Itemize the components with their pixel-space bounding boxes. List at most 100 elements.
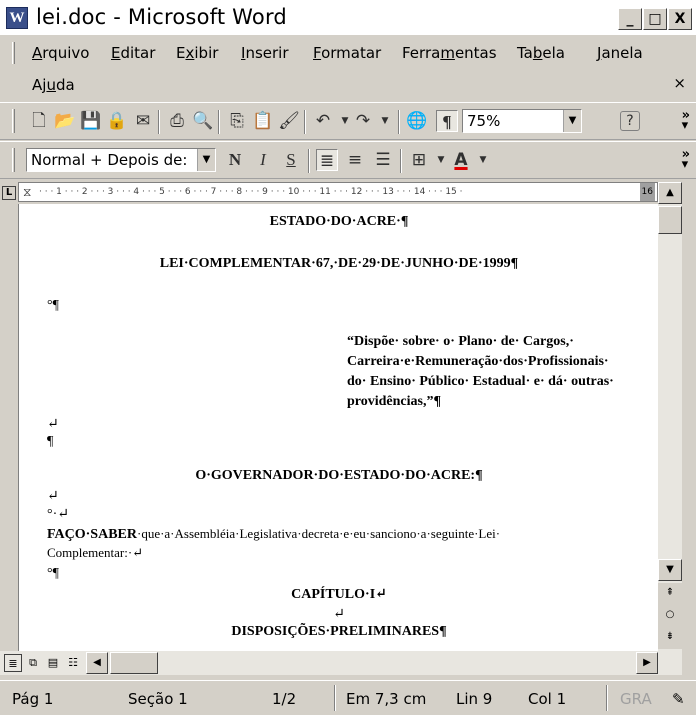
chevron-down-icon[interactable]: ▼ (563, 110, 581, 132)
menu-tabela[interactable]: Tabela (517, 44, 565, 62)
ruler-scale: · · · 1 · · · 2 · · · 3 · · · 4 · · · 5 … (39, 187, 463, 197)
status-line[interactable]: Lin 9 (456, 690, 492, 708)
menu-arquivo[interactable]: Arquivo (32, 44, 89, 62)
borders-icon[interactable]: ⊞ (408, 149, 430, 171)
scroll-left-icon[interactable]: ◀ (86, 652, 108, 674)
toolbar-grip[interactable] (12, 109, 15, 133)
menu-janela[interactable]: Janela (597, 44, 643, 62)
close-button[interactable]: X (668, 8, 692, 30)
menu-ferramentas[interactable]: Ferramentas (402, 44, 497, 62)
browse-object-icon[interactable]: ○ (658, 605, 682, 627)
redo-icon[interactable]: ↷ (352, 110, 374, 132)
italic-button[interactable]: I (252, 149, 274, 171)
menu-inserir[interactable]: Inserir (241, 44, 289, 62)
web-layout-view-icon[interactable]: ⧉ (24, 654, 42, 672)
zoom-select[interactable]: 75% ▼ (462, 109, 582, 133)
font-color-button[interactable]: A (450, 149, 472, 171)
scroll-up-icon[interactable]: ▲ (658, 182, 682, 204)
horizontal-scrollbar[interactable]: ≣ ⧉ ▤ ☷ ◀ ▶ (0, 651, 682, 675)
maximize-button[interactable]: □ (643, 8, 667, 30)
toolbar-options-icon[interactable]: » ▾ (682, 148, 690, 171)
next-page-icon[interactable]: ⇟ (658, 627, 682, 649)
document-page[interactable]: ESTADO·DO·ACRE·¶ LEI·COMPLEMENTAR·67,·DE… (18, 204, 658, 651)
previous-page-icon[interactable]: ⇞ (658, 583, 682, 605)
toolbar-grip[interactable] (12, 148, 15, 172)
minimize-button[interactable]: _ (618, 8, 642, 30)
status-record-macro[interactable]: GRA (620, 690, 652, 708)
doc-line-complementar: Complementar:·↵ (47, 545, 144, 560)
status-position[interactable]: Em 7,3 cm (346, 690, 426, 708)
scroll-down-icon[interactable]: ▼ (658, 559, 682, 581)
outline-view-icon[interactable]: ☷ (64, 654, 82, 672)
doc-degree-pilcrow: °¶ (47, 566, 59, 581)
normal-view-icon[interactable]: ≣ (4, 654, 22, 672)
horizontal-scroll-thumb[interactable] (110, 652, 158, 674)
doc-ementa-line-3: do· Ensino· Público· Estadual· e· dá· ou… (347, 374, 614, 389)
doc-faco-saber-text: ·que·a·Assembléia·Legislativa·decreta·e·… (136, 526, 501, 541)
bold-button[interactable]: N (224, 149, 246, 171)
underline-button[interactable]: S (280, 149, 302, 171)
print-layout-view-icon[interactable]: ▤ (44, 654, 62, 672)
save-icon[interactable]: 💾 (80, 110, 102, 132)
chevron-down-icon[interactable]: ▼ (197, 149, 215, 171)
menu-formatar[interactable]: Formatar (313, 44, 381, 62)
font-color-dropdown-icon[interactable]: ▼ (472, 149, 494, 171)
doc-line-estado: ESTADO·DO·ACRE·¶ (269, 214, 409, 229)
standard-toolbar: 🗋 📂 💾 🔒 ✉ ⎙ 🔍 ⎘ 📋 🖌 ↶ ▼ ↷ ▼ 🌐 ¶ 75% ▼ ? … (0, 102, 696, 140)
scroll-thumb[interactable] (658, 206, 682, 234)
doc-line-capitulo: CAPÍTULO·I↵ (291, 587, 387, 602)
redo-dropdown-icon[interactable]: ▼ (374, 110, 396, 132)
paste-icon[interactable]: 📋 (252, 110, 274, 132)
justify-icon[interactable]: ☰ (372, 149, 394, 171)
copy-icon[interactable]: ⎘ (226, 110, 248, 132)
print-preview-icon[interactable]: 🔍 (192, 110, 214, 132)
email-icon[interactable]: ✉ (132, 110, 154, 132)
status-page-count[interactable]: 1/2 (272, 690, 296, 708)
doc-line-lei: LEI·COMPLEMENTAR·67,·DE·29·DE·JUNHO·DE·1… (159, 256, 519, 271)
status-section[interactable]: Seção 1 (128, 690, 188, 708)
undo-icon[interactable]: ↶ (312, 110, 334, 132)
help-button[interactable]: ? (620, 111, 640, 131)
vertical-scrollbar[interactable]: ▲ ▼ ⇞ ○ ⇟ (658, 182, 682, 651)
menu-bar: Arquivo Editar Exibir Inserir Formatar F… (0, 36, 696, 102)
status-page[interactable]: Pág 1 (12, 690, 53, 708)
title-bar[interactable]: W lei.doc - Microsoft Word _ □ X (0, 0, 696, 36)
doc-ementa-line-2: Carreira·e·Remuneração·dos·Profissionais… (347, 354, 609, 369)
align-center-icon[interactable]: ≡ (344, 149, 366, 171)
doc-ementa-line-4: providências,”¶ (347, 394, 442, 409)
close-document-button[interactable]: × (673, 74, 686, 92)
right-margin-marker[interactable]: 16 (639, 183, 655, 201)
menu-ajuda[interactable]: Ajuda (32, 76, 75, 94)
show-formatting-marks-button[interactable]: ¶ (436, 110, 458, 132)
permission-icon[interactable]: 🔒 (106, 110, 128, 132)
horizontal-ruler[interactable]: ⧖ · · · 1 · · · 2 · · · 3 · · · 4 · · · … (18, 182, 658, 202)
zoom-value: 75% (467, 112, 501, 130)
borders-dropdown-icon[interactable]: ▼ (430, 149, 452, 171)
tab-selector[interactable]: L (2, 186, 16, 200)
menu-editar[interactable]: Editar (111, 44, 155, 62)
toolbar-options-icon[interactable]: » ▾ (682, 109, 690, 132)
scroll-right-icon[interactable]: ▶ (636, 652, 658, 674)
format-painter-icon[interactable]: 🖌 (278, 110, 300, 132)
doc-line-break: ↵ (47, 489, 59, 504)
indent-marker-icon[interactable]: ⧖ (23, 183, 31, 201)
align-left-icon[interactable]: ≣ (316, 149, 338, 171)
print-icon[interactable]: ⎙ (166, 110, 188, 132)
word-window: W lei.doc - Microsoft Word _ □ X Arquivo… (0, 0, 696, 715)
open-icon[interactable]: 📂 (54, 110, 76, 132)
window-title: lei.doc - Microsoft Word (36, 5, 287, 29)
formatting-toolbar: Normal + Depois de: ▼ N I S ≣ ≡ ☰ ⊞ ▼ A … (0, 141, 696, 179)
new-doc-icon[interactable]: 🗋 (28, 110, 50, 132)
toolbar-separator (218, 110, 220, 134)
word-app-icon[interactable]: W (6, 7, 28, 29)
doc-line-governador: O·GOVERNADOR·DO·ESTADO·DO·ACRE:¶ (195, 468, 483, 483)
insert-hyperlink-icon[interactable]: 🌐 (406, 110, 428, 132)
status-separator (334, 685, 336, 711)
doc-line-break: ↵ (47, 417, 59, 432)
spelling-status-icon[interactable]: ✎ (672, 690, 685, 708)
menu-exibir[interactable]: Exibir (176, 44, 218, 62)
menu-grip[interactable] (12, 42, 15, 64)
style-select[interactable]: Normal + Depois de: ▼ (26, 148, 216, 172)
doc-ementa-line-1: “Dispõe· sobre· o· Plano· de· Cargos,· (347, 334, 574, 349)
status-column[interactable]: Col 1 (528, 690, 566, 708)
